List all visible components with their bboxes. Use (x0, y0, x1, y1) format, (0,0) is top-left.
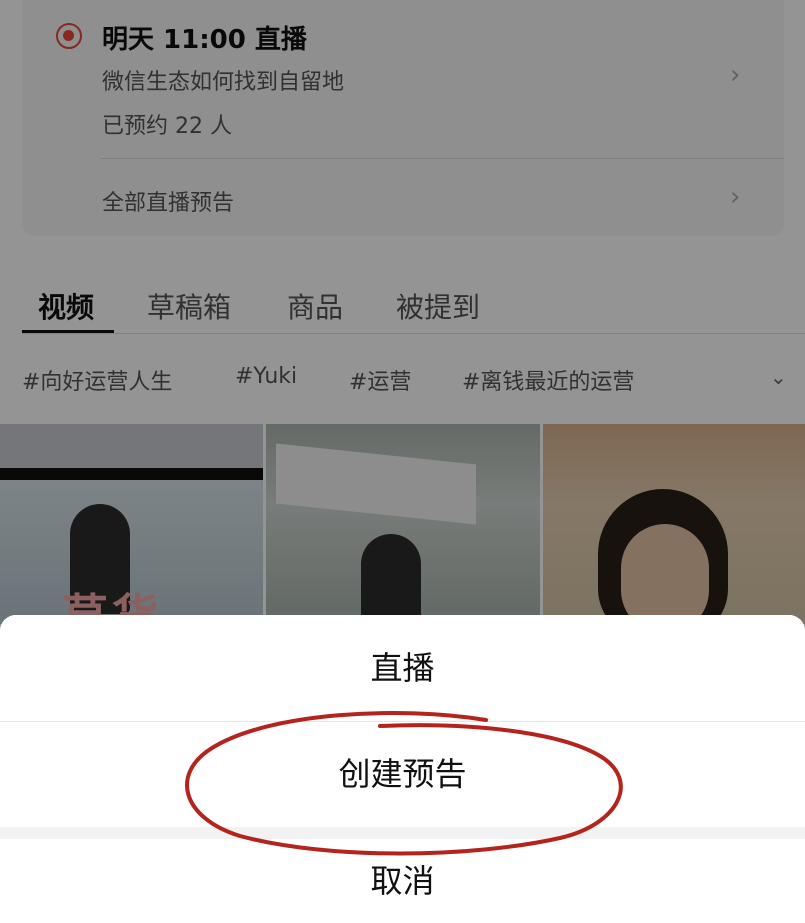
sheet-gap (0, 827, 805, 839)
action-sheet: 直播 创建预告 取消 (0, 615, 805, 923)
go-live-button[interactable]: 直播 (0, 615, 805, 721)
cancel-button[interactable]: 取消 (0, 839, 805, 923)
create-preview-button[interactable]: 创建预告 (0, 722, 805, 827)
